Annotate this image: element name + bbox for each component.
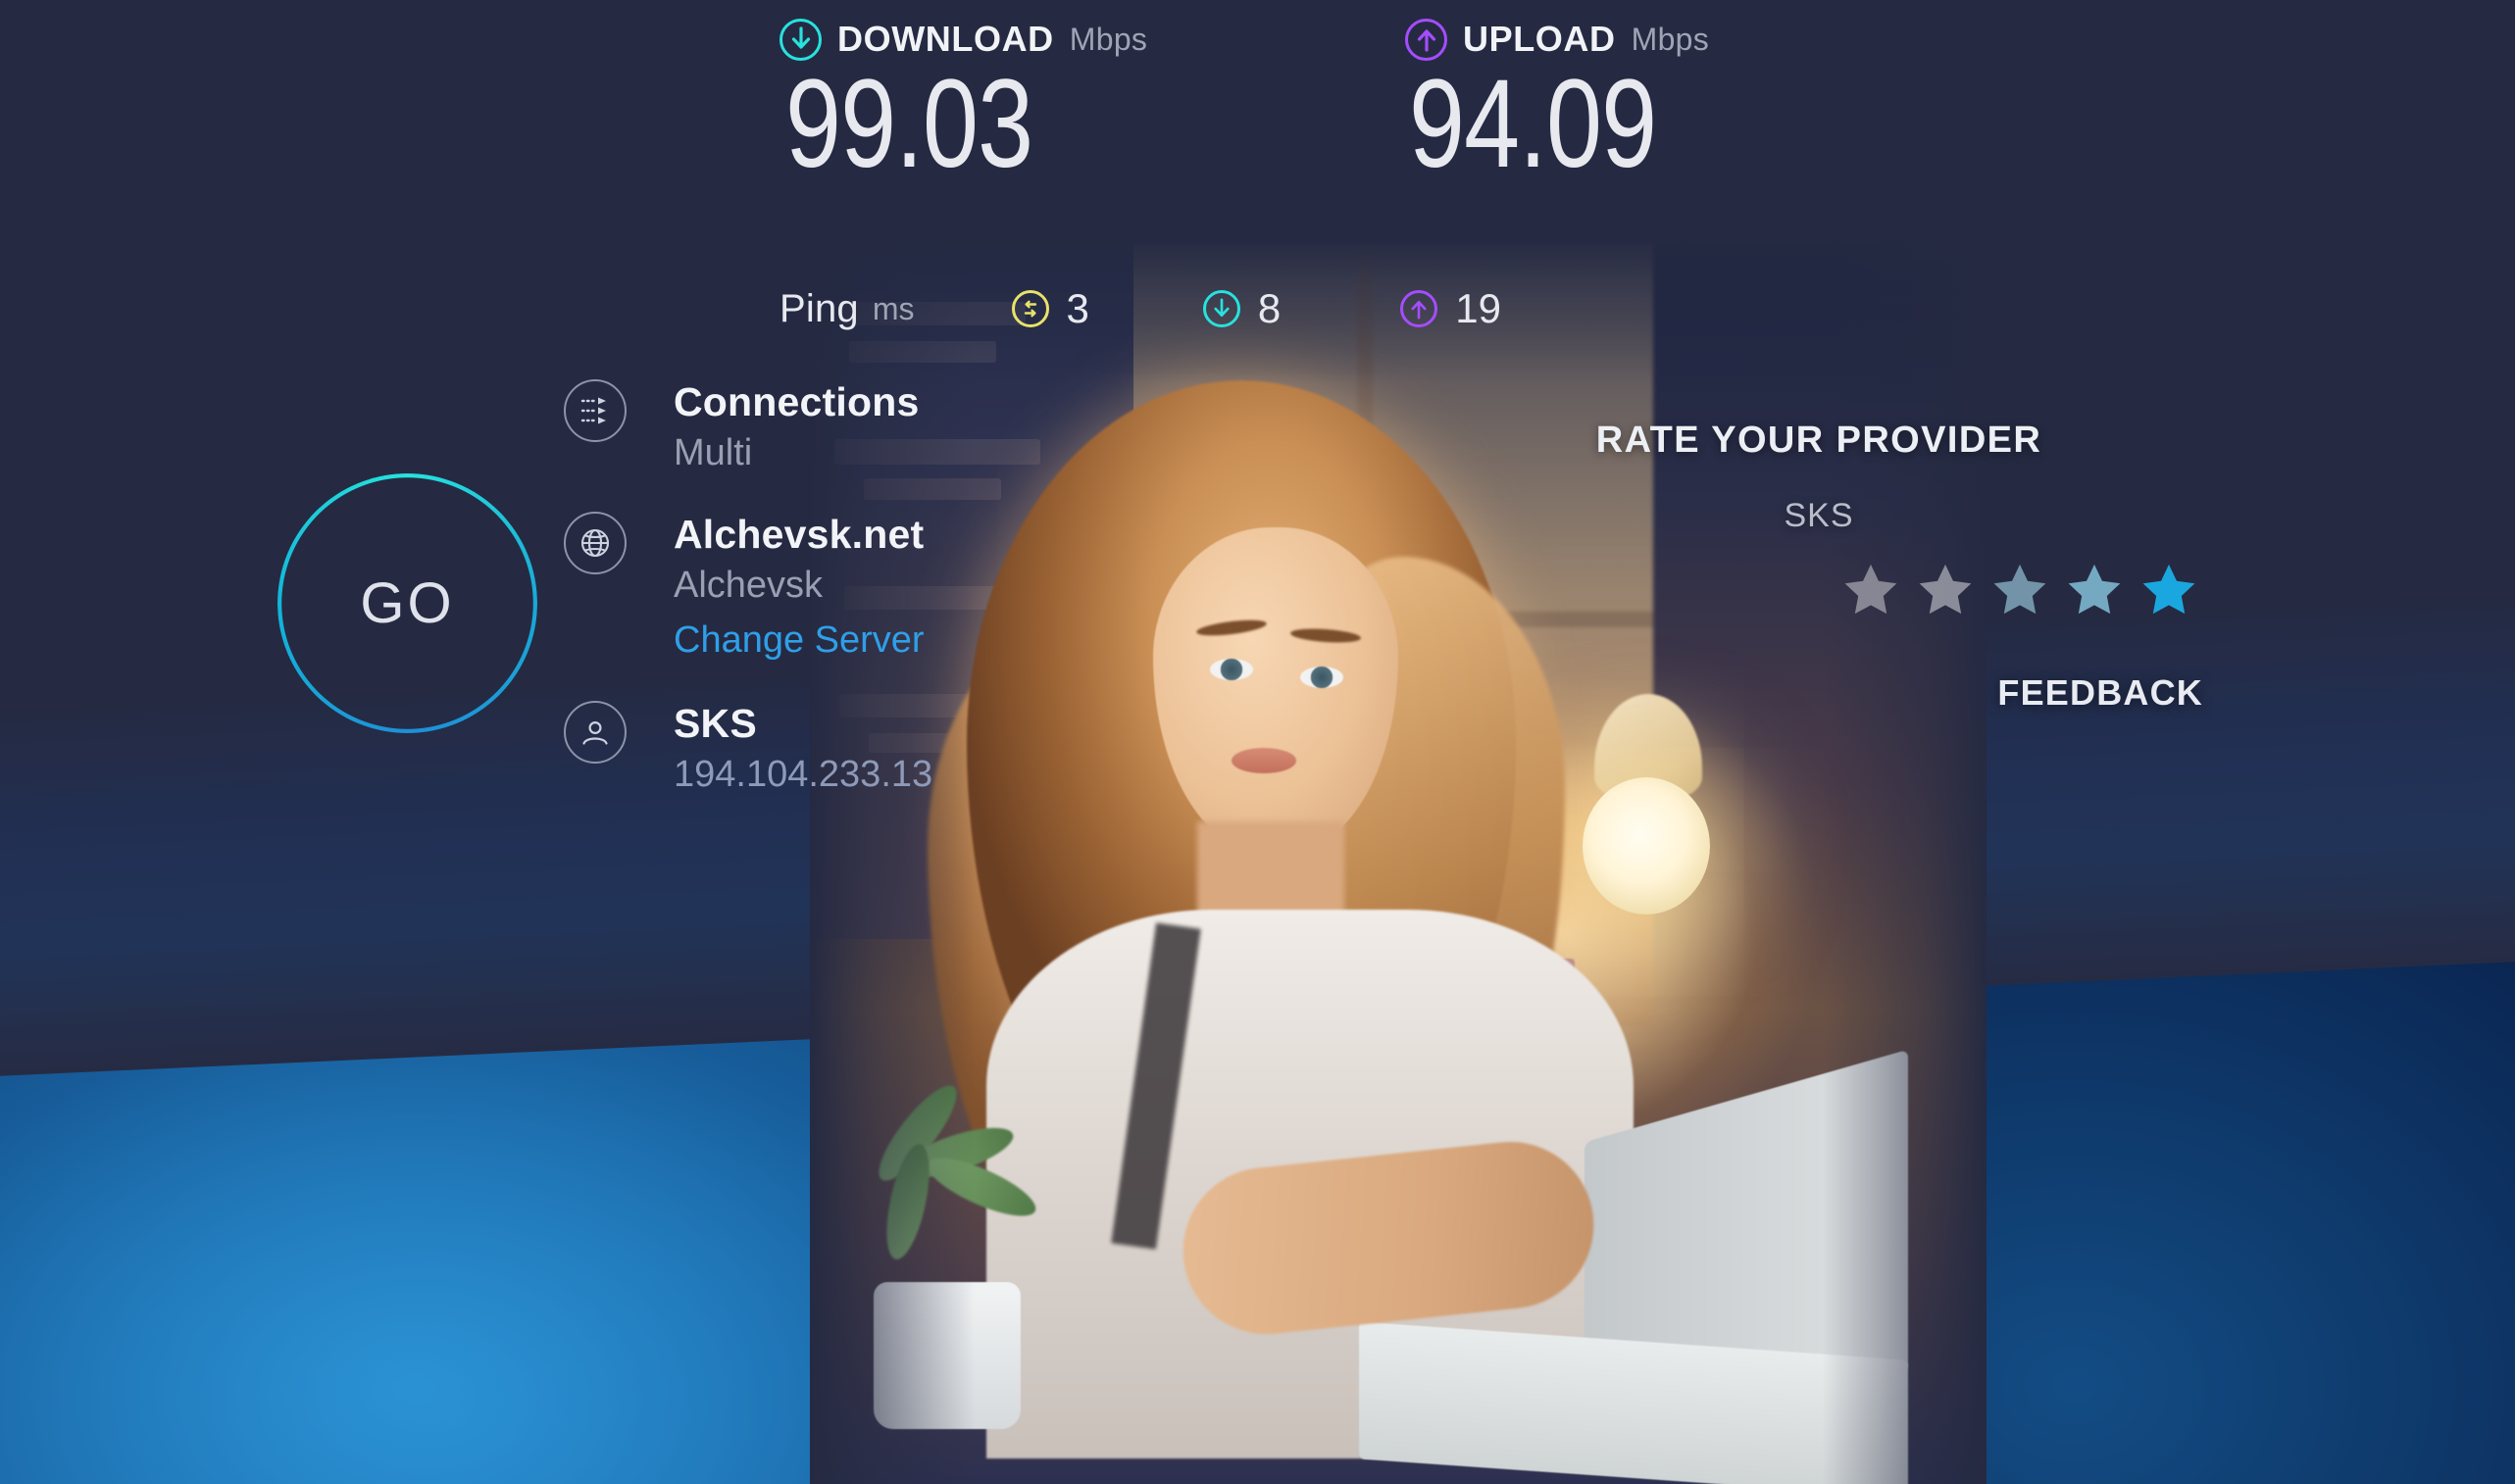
connections-value: Multi [674, 432, 753, 474]
go-button[interactable]: GO [277, 473, 537, 733]
ping-download-value: 8 [1257, 285, 1282, 331]
rate-provider-panel: RATE YOUR PROVIDER SKS FEEDBACK [1427, 420, 2211, 714]
arrow-up-circle-icon [1400, 290, 1438, 327]
change-server-link[interactable]: Change Server [674, 616, 1191, 666]
illustration-lips [1232, 748, 1296, 773]
rate-provider-isp: SKS [1784, 497, 1854, 534]
upload-result: UPLOAD Mbps 94.09 [1405, 12, 1876, 189]
isp-name: SKS [674, 700, 757, 746]
globe-icon [564, 512, 627, 575]
ping-upload-value: 19 [1455, 285, 1501, 331]
arrow-down-circle-icon [1202, 290, 1240, 327]
rating-star-2[interactable] [1917, 561, 1974, 618]
idle-latency-icon [1011, 290, 1049, 327]
upload-unit: Mbps [1631, 21, 1710, 57]
multi-connections-icon [564, 379, 627, 442]
rating-star-3[interactable] [1991, 561, 2048, 618]
upload-value: 94.09 [1409, 54, 1657, 194]
ping-idle-value: 3 [1066, 285, 1089, 331]
server-name: Alchevsk.net [674, 512, 925, 558]
speed-results: DOWNLOAD Mbps 99.03 UPLOAD Mbps 94.09 [780, 12, 1876, 189]
ip-address: 194.104.233.13 [674, 753, 933, 795]
ping-download: 8 [1202, 285, 1282, 332]
download-value: 99.03 [785, 54, 1033, 194]
ping-results: Ping ms 3 8 19 [780, 279, 1501, 338]
ping-upload: 19 [1400, 285, 1501, 332]
rating-stars[interactable] [1427, 561, 2211, 618]
ping-unit: ms [872, 290, 915, 326]
info-row-server[interactable]: Alchevsk.net Alchevsk Change Server [564, 510, 1191, 666]
ping-idle: 3 [1011, 285, 1089, 332]
rating-star-4[interactable] [2066, 561, 2123, 618]
go-button-label: GO [360, 571, 455, 635]
download-unit: Mbps [1069, 21, 1148, 57]
rating-star-5[interactable] [2140, 561, 2197, 618]
rating-star-1[interactable] [1842, 561, 1899, 618]
feedback-button[interactable]: FEEDBACK [1427, 672, 2211, 714]
speedtest-result-page: DOWNLOAD Mbps 99.03 UPLOAD Mbps 94.09 Pi… [0, 0, 2515, 1484]
download-result: DOWNLOAD Mbps 99.03 [780, 12, 1250, 189]
person-icon [564, 700, 627, 764]
illustration-plant [830, 1075, 1075, 1429]
server-location: Alchevsk [674, 565, 824, 607]
connection-info-list: Connections Multi Alchevsk.net Alchevsk … [564, 377, 1191, 810]
connections-title: Connections [674, 379, 920, 424]
ping-label: Ping [780, 286, 859, 330]
rate-provider-title: RATE YOUR PROVIDER [1595, 420, 2042, 461]
illustration-desk-lamp [1565, 694, 1722, 939]
info-row-user[interactable]: SKS 194.104.233.13 [564, 699, 1191, 800]
info-row-connections[interactable]: Connections Multi [564, 377, 1191, 478]
